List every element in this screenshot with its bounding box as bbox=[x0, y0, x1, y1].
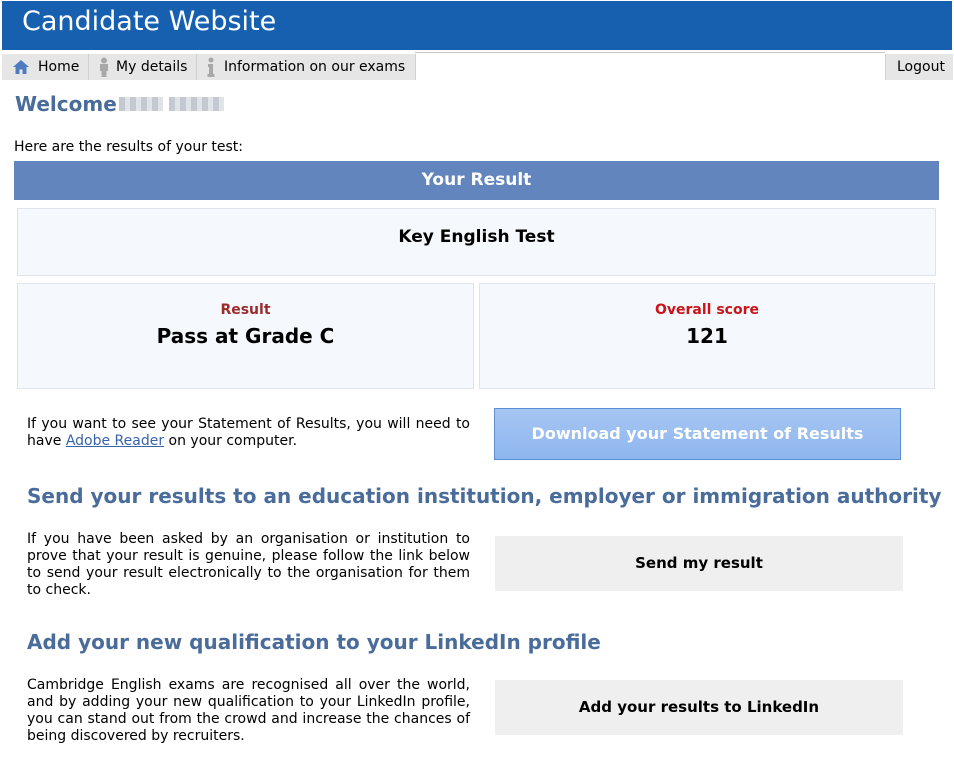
welcome-label: Welcome bbox=[15, 92, 117, 116]
test-name: Key English Test bbox=[398, 227, 555, 247]
linkedin-heading: Add your new qualification to your Linke… bbox=[27, 630, 601, 654]
nav-divider bbox=[415, 52, 885, 53]
home-icon bbox=[13, 60, 29, 74]
intro-text: Here are the results of your test: bbox=[14, 139, 243, 155]
score-label: Overall score bbox=[655, 302, 759, 318]
welcome-heading: Welcome bbox=[15, 92, 117, 116]
score-card: Overall score 121 bbox=[479, 283, 935, 389]
test-name-card: Key English Test bbox=[17, 208, 936, 276]
tab-my-details[interactable]: My details bbox=[89, 54, 197, 80]
site-title: Candidate Website bbox=[22, 6, 277, 37]
info-icon bbox=[207, 57, 215, 77]
statement-text: If you want to see your Statement of Res… bbox=[27, 416, 470, 450]
redacted-surname bbox=[169, 97, 224, 111]
tab-information[interactable]: Information on our exams bbox=[197, 54, 416, 80]
tab-information-label: Information on our exams bbox=[224, 59, 406, 75]
tab-home[interactable]: Home bbox=[2, 54, 89, 80]
add-to-linkedin-button[interactable]: Add your results to LinkedIn bbox=[495, 680, 903, 735]
tab-home-label: Home bbox=[38, 59, 80, 75]
download-statement-button[interactable]: Download your Statement of Results bbox=[494, 408, 901, 460]
redacted-name bbox=[119, 97, 163, 111]
logout-label: Logout bbox=[897, 59, 945, 75]
nav-bar: Home My details Information on our exams… bbox=[2, 52, 953, 80]
result-label: Result bbox=[220, 302, 271, 318]
linkedin-text: Cambridge English exams are recognised a… bbox=[27, 677, 470, 744]
score-value: 121 bbox=[686, 324, 728, 348]
person-icon bbox=[100, 57, 108, 77]
logout-button[interactable]: Logout bbox=[885, 54, 953, 80]
statement-text-after: on your computer. bbox=[164, 433, 298, 449]
send-results-text: If you have been asked by an organisatio… bbox=[27, 531, 470, 598]
site-header: Candidate Website bbox=[2, 1, 952, 50]
result-heading: Your Result bbox=[14, 161, 939, 200]
tab-my-details-label: My details bbox=[116, 59, 188, 75]
result-value: Pass at Grade C bbox=[156, 324, 335, 348]
adobe-reader-link[interactable]: Adobe Reader bbox=[66, 433, 164, 449]
send-results-heading: Send your results to an education instit… bbox=[27, 484, 942, 508]
result-card: Result Pass at Grade C bbox=[17, 283, 474, 389]
send-result-button[interactable]: Send my result bbox=[495, 536, 903, 591]
